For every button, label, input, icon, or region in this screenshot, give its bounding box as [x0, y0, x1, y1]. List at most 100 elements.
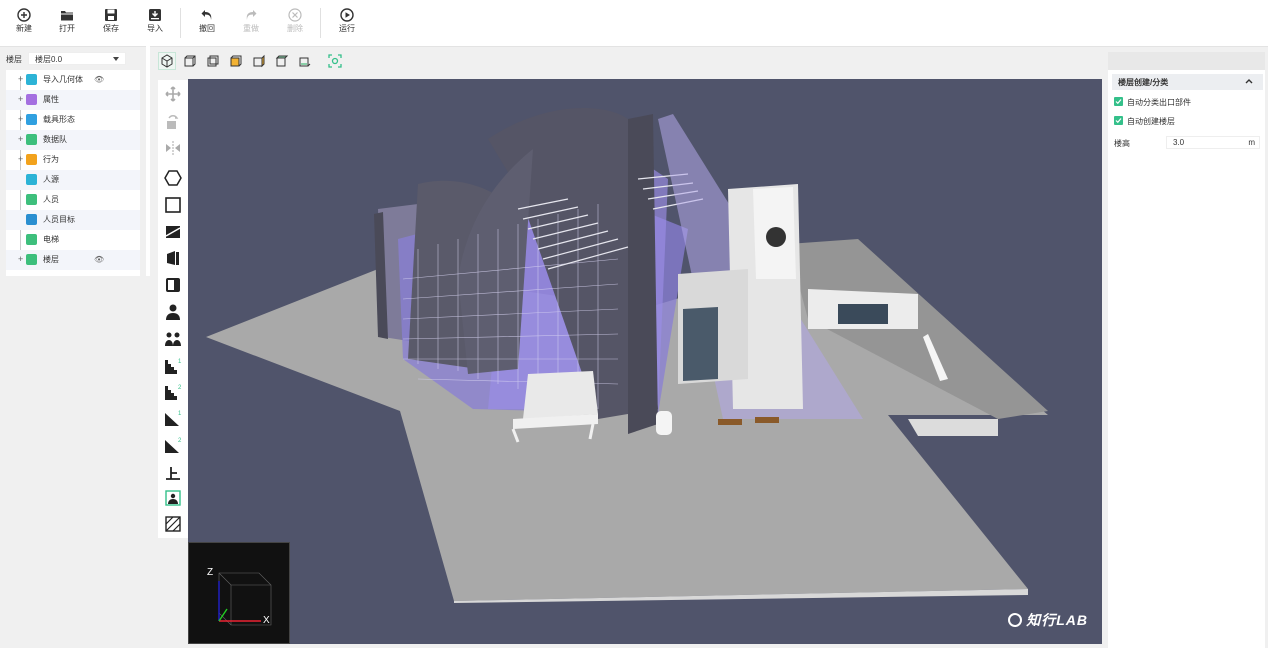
rotate-tool[interactable] — [163, 112, 183, 132]
chevron-up-icon[interactable] — [1245, 78, 1253, 84]
mirror-tool[interactable] — [163, 138, 183, 158]
group-tool[interactable] — [163, 329, 183, 349]
check-icon — [1115, 99, 1122, 105]
new-label: 新建 — [16, 24, 32, 33]
expand-icon[interactable]: + — [18, 155, 23, 164]
exit-icon — [166, 467, 180, 480]
view-front-button[interactable] — [181, 52, 199, 70]
hatch-icon — [165, 516, 181, 532]
checkbox-checked[interactable] — [1114, 97, 1123, 106]
checkbox-checked[interactable] — [1114, 116, 1123, 125]
door-tool[interactable] — [163, 248, 183, 268]
save-icon — [105, 9, 117, 21]
tree-item-behavior[interactable]: + 行为 — [6, 150, 140, 170]
expand-icon[interactable]: + — [18, 135, 23, 144]
new-button[interactable]: 新建 — [6, 6, 42, 40]
tree-item-data-team[interactable]: + 数据队 — [6, 130, 140, 150]
run-button[interactable]: 运行 — [329, 6, 365, 40]
data-team-icon — [26, 134, 37, 145]
tree-item-label: 行为 — [43, 155, 59, 164]
floor-section-header[interactable]: 楼层创建/分类 — [1112, 74, 1263, 90]
vehicle-icon — [26, 114, 37, 125]
person-target-icon — [26, 214, 37, 225]
cube-front-icon — [184, 55, 196, 67]
rectangle-tool[interactable] — [163, 195, 183, 215]
obstacle-tool[interactable] — [163, 275, 183, 295]
axis-triad — [218, 572, 272, 626]
area-tool[interactable] — [163, 514, 183, 534]
move-tool[interactable] — [163, 84, 183, 104]
undo-button[interactable]: 撤回 — [189, 6, 225, 40]
polygon-tool[interactable] — [163, 168, 183, 188]
view-left-button[interactable] — [227, 52, 245, 70]
expand-icon[interactable]: + — [18, 95, 23, 104]
person-tool[interactable] — [163, 302, 183, 322]
fit-view-icon — [328, 54, 342, 68]
import-button[interactable]: 导入 — [137, 6, 173, 40]
delete-button[interactable]: 删除 — [277, 6, 313, 40]
auto-create-floor-checkbox[interactable]: 自动创建楼层 — [1114, 114, 1254, 128]
tree-item-person-target[interactable]: 人员目标 — [6, 210, 140, 230]
floor-height-unit: m — [1248, 138, 1255, 147]
eye-icon[interactable]: 👁 — [94, 75, 104, 84]
delete-label: 删除 — [287, 24, 303, 33]
stair-down-tool[interactable]: 2 — [163, 382, 183, 402]
spawn-tool[interactable] — [163, 488, 183, 508]
edit-toolbar: 1 2 1 2 — [158, 80, 188, 538]
layer-label: 楼层 — [6, 55, 22, 64]
tree-item-person[interactable]: 人员 — [6, 190, 140, 210]
stair-up-tool[interactable]: 1 — [163, 356, 183, 376]
expand-icon[interactable]: + — [18, 75, 23, 84]
floor-height-input[interactable]: 3.0 m — [1166, 136, 1260, 149]
redo-button[interactable]: 重做 — [233, 6, 269, 40]
view-bottom-button[interactable] — [296, 52, 314, 70]
svg-text:1: 1 — [178, 359, 182, 365]
tree-item-attributes[interactable]: + 属性 — [6, 90, 140, 110]
tree-item-elevator[interactable]: 电梯 — [6, 230, 140, 250]
cube-bottom-icon — [299, 57, 311, 67]
open-button[interactable]: 打开 — [49, 6, 85, 40]
wall-tool[interactable] — [163, 222, 183, 242]
view-back-button[interactable] — [204, 52, 222, 70]
svg-text:2: 2 — [178, 438, 182, 444]
floor-icon — [26, 254, 37, 265]
expand-icon[interactable]: + — [18, 115, 23, 124]
auto-classify-exit-checkbox[interactable]: 自动分类出口部件 — [1114, 95, 1254, 109]
view-top-button[interactable] — [273, 52, 291, 70]
stairs-icon: 1 — [165, 359, 182, 374]
delete-icon — [288, 8, 302, 22]
brand-watermark: 知行LAB — [1008, 610, 1088, 630]
expand-icon[interactable]: + — [18, 255, 23, 264]
tree-item-label: 数据队 — [43, 135, 67, 144]
undo-icon — [201, 10, 212, 20]
checkbox-label: 自动创建楼层 — [1127, 117, 1175, 126]
ramp-icon: 1 — [165, 411, 182, 426]
open-label: 打开 — [59, 24, 75, 33]
ramp-down-tool[interactable]: 2 — [163, 435, 183, 455]
tree-item-floor[interactable]: + 楼层 👁 — [6, 250, 140, 270]
panel-resize-handle[interactable] — [146, 46, 150, 276]
import-label: 导入 — [147, 24, 163, 33]
check-icon — [1115, 118, 1122, 124]
view-right-button[interactable] — [250, 52, 268, 70]
toolbar-divider — [320, 8, 321, 38]
3d-viewport[interactable]: Z X 知行LAB — [188, 79, 1102, 644]
eye-icon[interactable]: 👁 — [94, 255, 104, 264]
door-icon — [167, 251, 179, 265]
main-toolbar: 新建 打开 保存 导入 撤回 重做 删除 运行 — [0, 0, 1268, 47]
floor-height-label: 楼高 — [1114, 139, 1130, 148]
exit-tool[interactable] — [163, 462, 183, 482]
tree-item-vehicle-form[interactable]: + 载具形态 — [6, 110, 140, 130]
group-icon — [165, 332, 181, 346]
layer-dropdown[interactable]: 楼层0.0 — [28, 52, 126, 65]
axis-x-label: X — [263, 615, 270, 626]
ramp-up-tool[interactable]: 1 — [163, 408, 183, 428]
axis-z-label: Z — [207, 567, 214, 578]
save-button[interactable]: 保存 — [93, 6, 129, 40]
fit-view-button[interactable] — [326, 52, 344, 70]
tree-item-import-geometry[interactable]: + 导入几何体 👁 — [6, 70, 140, 90]
view-iso-button[interactable] — [158, 52, 176, 70]
logo-icon — [1008, 613, 1023, 627]
tree-item-source[interactable]: 人源 — [6, 170, 140, 190]
properties-panel: 楼层创建/分类 自动分类出口部件 自动创建楼层 楼高 3.0 m — [1108, 52, 1265, 648]
